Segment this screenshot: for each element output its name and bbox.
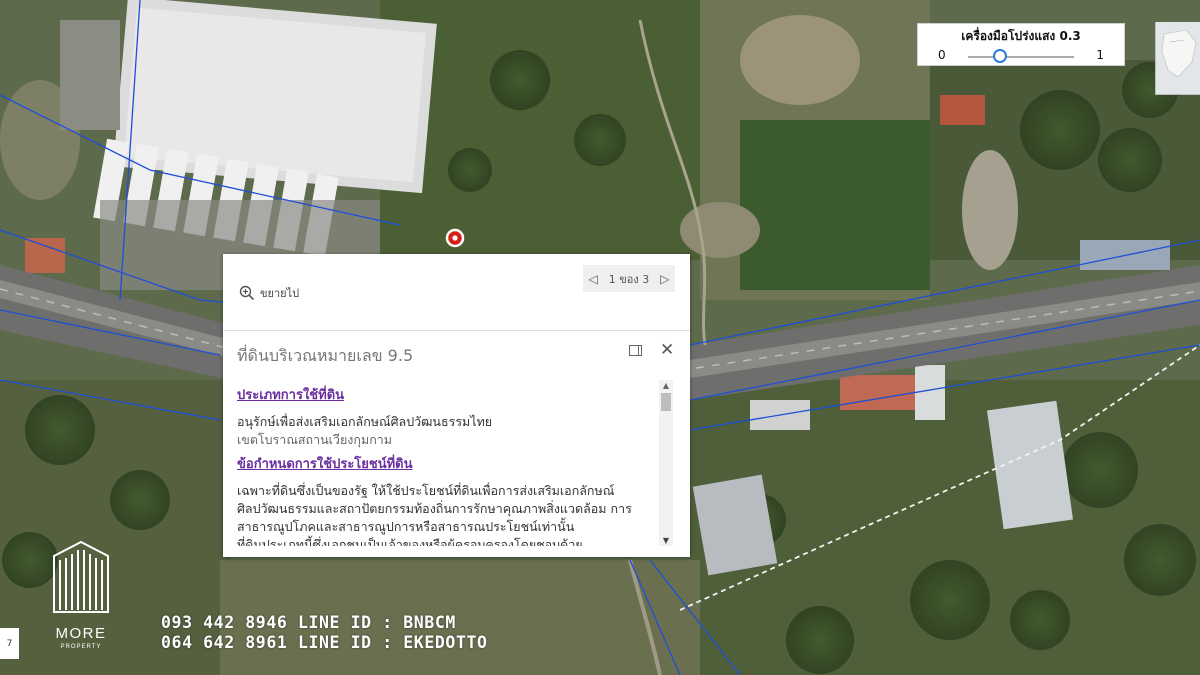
regulation-heading[interactable]: ข้อกำหนดการใช้ประโยชน์ที่ดิน [237, 453, 655, 474]
land-use-line: เขตโบราณสถานเวียงกุมกาม [237, 432, 393, 447]
feature-popup: ขยายไป ◁ 1 ของ 3 ▷ ที่ดินบริเวณหมายเลข 9… [223, 254, 690, 557]
brand-logo-subtext: PROPERTY [61, 644, 102, 650]
opacity-max-label: 1 [1096, 48, 1104, 62]
zoom-in-icon [239, 285, 255, 301]
opacity-tool-panel: เครื่องมือโปร่งแสง 0.3 0 1 [917, 23, 1125, 66]
scrollbar-thumb[interactable] [661, 393, 671, 411]
pager-label: 1 ของ 3 [608, 272, 650, 286]
popup-scrollbar[interactable]: ▲ ▼ [659, 380, 673, 546]
contact-info: 093 442 8946 LINE ID : BNBCM 064 642 896… [161, 613, 488, 653]
next-feature-icon[interactable]: ▷ [660, 272, 669, 286]
dock-icon[interactable] [629, 345, 642, 356]
corner-label: 7 [0, 628, 19, 659]
zoom-to-button[interactable]: ขยายไป [239, 284, 299, 302]
brand-logo-text: MORE [56, 625, 107, 642]
contact-line: 064 642 8961 LINE ID : EKEDOTTO [161, 633, 488, 652]
regulation-line: ศิลปวัฒนธรรมและสถาปัตยกรรมท้องถิ่นการรัก… [237, 501, 632, 516]
scroll-up-icon[interactable]: ▲ [659, 381, 673, 390]
opacity-slider-track[interactable] [968, 56, 1074, 58]
zoom-to-label: ขยายไป [260, 287, 300, 300]
land-use-line: อนุรักษ์เพื่อส่งเสริมเอกลักษณ์ศิลปวัฒนธร… [237, 414, 493, 429]
opacity-min-label: 0 [938, 48, 946, 62]
contact-line: 093 442 8946 LINE ID : BNBCM [161, 613, 456, 632]
opacity-tool-title: เครื่องมือโปร่งแสง 0.3 [961, 29, 1081, 43]
feature-pager: ◁ 1 ของ 3 ▷ [583, 265, 675, 292]
opacity-slider-thumb[interactable] [992, 49, 1007, 63]
regulation-line: สาธารณูปโภคและสาธารณูปการหรือสาธารณประโย… [237, 519, 575, 534]
scroll-down-icon[interactable]: ▼ [659, 536, 673, 545]
brand-logo: MORE PROPERTY [53, 540, 109, 650]
popup-title: ที่ดินบริเวณหมายเลข 9.5 [237, 346, 414, 365]
popup-header: ขยายไป ◁ 1 ของ 3 ▷ [223, 254, 690, 331]
location-marker-icon[interactable] [445, 228, 465, 248]
popup-content[interactable]: ประเภทการใช้ที่ดิน อนุรักษ์เพื่อส่งเสริม… [237, 380, 655, 546]
overview-map-graphic [1156, 22, 1200, 94]
regulation-line: เฉพาะที่ดินซึ่งเป็นของรัฐ ให้ใช้ประโยชน์… [237, 483, 615, 498]
regulation-line: ที่ดินประเภทนี้ซึ่งเอกชนเป็นเจ้าของหรือผ… [237, 537, 583, 546]
overview-map[interactable] [1155, 22, 1200, 95]
land-use-heading[interactable]: ประเภทการใช้ที่ดิน [237, 384, 655, 405]
close-icon[interactable]: ✕ [660, 342, 674, 359]
previous-feature-icon[interactable]: ◁ [589, 272, 598, 286]
